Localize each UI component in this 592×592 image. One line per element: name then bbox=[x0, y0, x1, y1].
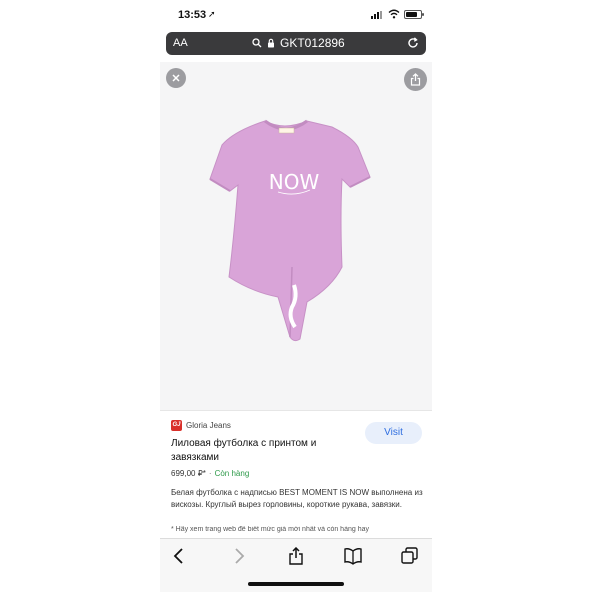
chevron-left-icon[interactable] bbox=[170, 547, 190, 565]
book-icon[interactable] bbox=[343, 547, 363, 565]
price: 699,00 ₽* bbox=[171, 469, 206, 478]
chevron-right-icon[interactable] bbox=[228, 547, 248, 565]
product-title: Лиловая футболка с принтом и завязками bbox=[171, 438, 317, 463]
product-image-tshirt: NOW bbox=[209, 119, 371, 342]
url-text: GKT012896 bbox=[280, 36, 345, 50]
share-icon bbox=[410, 73, 421, 86]
url-field[interactable]: GKT012896 bbox=[252, 36, 345, 50]
reload-icon[interactable] bbox=[406, 36, 420, 50]
lock-icon bbox=[268, 38, 274, 48]
battery-icon bbox=[404, 10, 424, 19]
share-toolbar-icon[interactable] bbox=[286, 547, 306, 565]
price-row: 699,00 ₽* · Còn hàng bbox=[171, 469, 250, 478]
brand-name: Gloria Jeans bbox=[186, 421, 231, 430]
visit-button[interactable]: Visit bbox=[365, 422, 422, 444]
stock-status: Còn hàng bbox=[214, 469, 250, 478]
close-icon bbox=[172, 74, 180, 82]
product-description: Белая футболка с надписью BEST MOMENT IS… bbox=[171, 488, 423, 509]
location-arrow-icon: ➚ bbox=[208, 9, 216, 19]
cellular-signal-icon bbox=[371, 11, 384, 19]
close-button[interactable] bbox=[166, 68, 186, 88]
address-bar[interactable]: AA GKT012896 bbox=[166, 32, 426, 55]
price-note: * Hãy xem trang web để biết mức giá mới … bbox=[171, 526, 369, 533]
wifi-icon bbox=[388, 9, 400, 19]
home-indicator[interactable] bbox=[248, 582, 344, 586]
text-size-button[interactable]: AA bbox=[173, 37, 188, 49]
status-bar: 13:53 ➚ bbox=[160, 0, 432, 30]
phone-screen: 13:53 ➚ AA GKT012896 NOW GJ Gloria Jeans… bbox=[160, 0, 432, 592]
search-icon bbox=[252, 38, 262, 48]
brand-logo-icon: GJ bbox=[171, 420, 182, 431]
tabs-icon[interactable] bbox=[400, 547, 420, 565]
brand-row: GJ Gloria Jeans bbox=[171, 420, 231, 431]
product-image-area: NOW bbox=[160, 62, 432, 410]
product-info-card: GJ Gloria Jeans Лиловая футболка с принт… bbox=[160, 410, 432, 538]
status-time: 13:53 bbox=[178, 9, 207, 21]
shirt-print-text: NOW bbox=[269, 170, 320, 194]
share-button[interactable] bbox=[404, 68, 427, 91]
